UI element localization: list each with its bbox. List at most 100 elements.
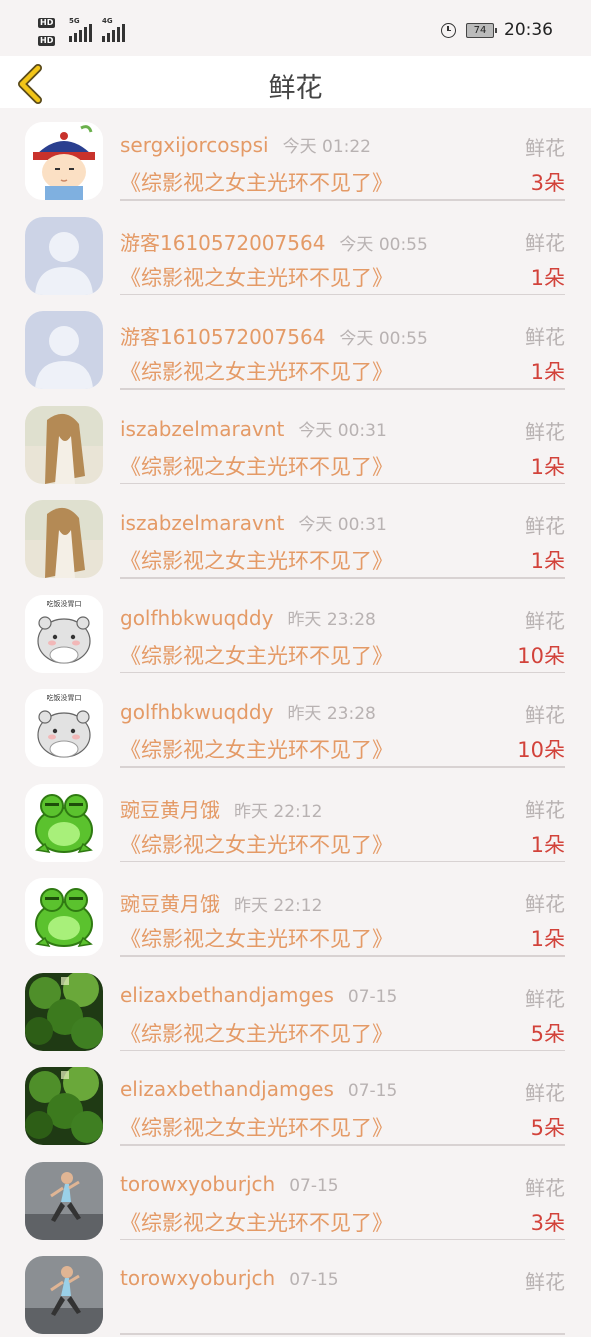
gift-type: 鲜花 — [525, 136, 565, 160]
divider — [120, 482, 565, 484]
book-title: 《综影视之女主光环不见了》 — [120, 738, 393, 762]
alarm-icon — [441, 22, 456, 38]
avatar-forest[interactable] — [25, 1067, 103, 1145]
avatar-hamster[interactable]: 吃饭没胃口 — [25, 594, 103, 673]
gift-type: 鲜花 — [525, 797, 565, 822]
user-name: 豌豆黄月饿 昨天 22:12 — [120, 888, 322, 917]
gift-count: 1朵 — [530, 927, 565, 951]
list-item[interactable]: 游客1610572007564 今天 00:55 鲜花 《综影视之女主光环不见了》… — [0, 203, 591, 298]
gift-time: 07-15 — [347, 1081, 398, 1101]
avatar-runner[interactable] — [25, 1161, 103, 1240]
hd-badge-1: HD — [38, 18, 56, 28]
user-name-text: sergxijorcospsi — [120, 133, 269, 157]
avatar-default-person[interactable] — [25, 216, 103, 295]
user-name: iszabzelmaravnt 今天 00:31 — [120, 416, 387, 441]
divider — [120, 860, 565, 862]
user-name-text: iszabzelmaravnt — [120, 511, 285, 535]
book-title: 《综影视之女主光环不见了》 — [120, 643, 393, 668]
gift-time: 今天 00:55 — [339, 329, 428, 349]
gift-type: 鲜花 — [525, 325, 565, 349]
list-item[interactable]: elizaxbethandjamges 07-15 鲜花 《综影视之女主光环不见了… — [0, 1053, 591, 1148]
list-item[interactable]: 游客1610572007564 今天 00:55 鲜花 《综影视之女主光环不见了》… — [0, 297, 591, 392]
divider — [120, 766, 565, 768]
gift-type: 鲜花 — [525, 419, 565, 444]
clock: 20:36 — [504, 20, 553, 40]
book-title: 《综影视之女主光环不见了》 — [120, 549, 393, 573]
gift-count: 1朵 — [530, 832, 565, 857]
gift-time: 昨天 22:12 — [234, 896, 323, 916]
user-name: iszabzelmaravnt 今天 00:31 — [120, 510, 387, 535]
gift-count: 1朵 — [530, 549, 565, 573]
divider — [120, 1144, 565, 1146]
list-item[interactable]: iszabzelmaravnt 今天 00:31 鲜花 《综影视之女主光环不见了》… — [0, 392, 591, 487]
book-title: 《综影视之女主光环不见了》 — [120, 927, 393, 951]
list-item[interactable]: 豌豆黄月饿 昨天 22:12 鲜花 《综影视之女主光环不见了》 1朵 — [0, 770, 591, 865]
gift-time: 今天 01:22 — [282, 137, 371, 157]
gift-count: 1朵 — [530, 360, 565, 384]
gift-type: 鲜花 — [525, 608, 565, 633]
user-name-text: elizaxbethandjamges — [120, 1077, 334, 1101]
avatar-frog[interactable] — [25, 783, 103, 862]
gift-type: 鲜花 — [525, 1081, 565, 1105]
avatar-woman-photo[interactable] — [25, 405, 103, 484]
avatar-chef-cartoon[interactable] — [25, 122, 103, 200]
gift-count: 1朵 — [530, 265, 565, 290]
user-name: torowxyoburjch 07-15 — [120, 1266, 339, 1290]
book-title: 《综影视之女主光环不见了》 — [120, 265, 393, 290]
avatar-runner[interactable] — [25, 1256, 103, 1334]
user-name: 游客1610572007564 今天 00:55 — [120, 227, 428, 256]
book-title: 《综影视之女主光环不见了》 — [120, 360, 393, 384]
status-bar: HD HD 5G 4G 74 20:36 — [0, 0, 591, 56]
hd-badge-2: HD — [38, 36, 56, 46]
gift-type: 鲜花 — [525, 230, 565, 255]
list-item[interactable]: elizaxbethandjamges 07-15 鲜花 《综影视之女主光环不见了… — [0, 959, 591, 1054]
book-title: 《综影视之女主光环不见了》 — [120, 832, 393, 857]
signal-4g-icon: 4G — [102, 17, 125, 42]
book-title: 《综影视之女主光环不见了》 — [120, 1021, 393, 1046]
gift-count: 10朵 — [517, 738, 565, 762]
avatar-frog[interactable] — [25, 878, 103, 956]
divider — [120, 388, 565, 390]
divider — [120, 1333, 565, 1335]
gift-type: 鲜花 — [525, 892, 565, 916]
gift-type: 鲜花 — [525, 1270, 565, 1294]
gift-type: 鲜花 — [525, 514, 565, 538]
app-header: 鲜花 — [0, 56, 591, 108]
battery-icon: 74 — [466, 22, 497, 38]
gift-type: 鲜花 — [525, 986, 565, 1011]
avatar-default-person[interactable] — [25, 311, 103, 389]
avatar-hamster[interactable]: 吃饭没胃口 — [25, 689, 103, 767]
avatar-woman-photo[interactable] — [25, 500, 103, 578]
gift-count: 10朵 — [517, 643, 565, 668]
list-item[interactable]: sergxijorcospsi 今天 01:22 鲜花 《综影视之女主光环不见了》… — [0, 108, 591, 203]
svg-text:吃饭没胃口: 吃饭没胃口 — [47, 693, 82, 702]
avatar-forest[interactable] — [25, 972, 103, 1051]
svg-text:吃饭没胃口: 吃饭没胃口 — [47, 599, 82, 608]
divider — [120, 955, 565, 957]
flower-gift-list: sergxijorcospsi 今天 01:22 鲜花 《综影视之女主光环不见了》… — [0, 108, 591, 1337]
user-name: torowxyoburjch 07-15 — [120, 1172, 339, 1196]
gift-time: 今天 00:31 — [298, 420, 387, 441]
gift-type: 鲜花 — [525, 1175, 565, 1200]
book-title: 《综影视之女主光环不见了》 — [120, 1210, 393, 1235]
gift-count: 1朵 — [530, 454, 565, 479]
gift-time: 07-15 — [289, 1270, 339, 1290]
book-title: 《综影视之女主光环不见了》 — [120, 1116, 393, 1140]
gift-count: 3朵 — [530, 1210, 565, 1235]
user-name-text: golfhbkwuqddy — [120, 605, 274, 630]
divider — [120, 671, 565, 673]
list-item[interactable]: torowxyoburjch 07-15 鲜花 《综影视之女主光环不见了》 3朵 — [0, 1148, 591, 1243]
user-name-text: torowxyoburjch — [120, 1266, 276, 1290]
list-item[interactable]: 豌豆黄月饿 昨天 22:12 鲜花 《综影视之女主光环不见了》 1朵 — [0, 864, 591, 959]
list-item[interactable]: torowxyoburjch 07-15 鲜花 — [0, 1242, 591, 1337]
book-title: 《综影视之女主光环不见了》 — [120, 171, 393, 195]
user-name: golfhbkwuqddy 昨天 23:28 — [120, 699, 376, 724]
user-name: sergxijorcospsi 今天 01:22 — [120, 132, 371, 157]
list-item[interactable]: 吃饭没胃口 golfhbkwuqddy 昨天 23:28 鲜花 《综影视之女主光环… — [0, 581, 591, 676]
gift-time: 07-15 — [347, 986, 398, 1007]
user-name: golfhbkwuqddy 昨天 23:28 — [120, 605, 376, 630]
list-item[interactable]: iszabzelmaravnt 今天 00:31 鲜花 《综影视之女主光环不见了》… — [0, 486, 591, 581]
user-name: elizaxbethandjamges 07-15 — [120, 983, 397, 1007]
divider — [120, 293, 565, 295]
list-item[interactable]: 吃饭没胃口 golfhbkwuqddy 昨天 23:28 鲜花 《综影视之女主光环… — [0, 675, 591, 770]
